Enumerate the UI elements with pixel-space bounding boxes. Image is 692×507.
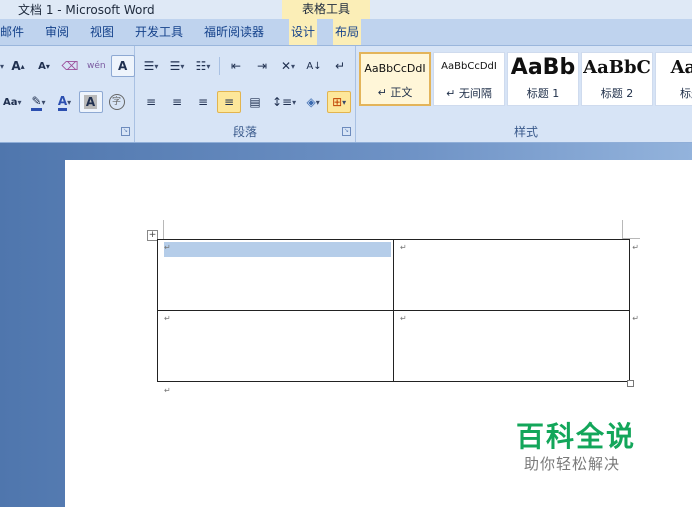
tab-table-design[interactable]: 设计 xyxy=(289,19,318,45)
eraser-icon: ⌫ xyxy=(61,59,79,73)
row-end-mark: ↵ xyxy=(632,314,639,323)
tab-table-layout[interactable]: 布局 xyxy=(333,19,362,45)
tab-developer[interactable]: 开发工具 xyxy=(135,23,183,40)
show-marks-button[interactable]: ↵ xyxy=(328,55,352,77)
justify-icon: ≡ xyxy=(223,95,235,109)
document-table: ↵ ↵ ↵ ↵ ↵ ↵ xyxy=(157,239,639,382)
multilevel-list-button[interactable]: ☷ ▾ xyxy=(191,55,215,77)
character-border-button[interactable]: A xyxy=(110,55,135,77)
paragraph-dialog-launcher-icon[interactable]: ↘ xyxy=(342,127,351,136)
align-right-icon: ≡ xyxy=(197,95,209,109)
cell-selection-highlight xyxy=(164,242,391,257)
pilcrow-icon: ↵ xyxy=(334,59,346,73)
grow-font-button[interactable]: A ▴ xyxy=(6,55,30,77)
crop-mark xyxy=(163,220,164,240)
table-row: ↵ ↵ ↵ xyxy=(157,239,639,311)
distributed-icon: ▤ xyxy=(249,95,261,109)
paragraph-group-label: 段落 xyxy=(232,125,257,139)
borders-button[interactable]: ⊞ ▾ xyxy=(327,91,352,113)
sort-icon: A↓ xyxy=(306,60,322,72)
watermark-subtitle: 助你轻松解决 xyxy=(524,455,621,473)
tab-mailings[interactable]: 邮件 xyxy=(0,23,24,40)
align-left-button[interactable]: ≡ xyxy=(139,91,163,113)
paint-bucket-icon: ◈ xyxy=(306,95,316,109)
cell-end-mark: ↵ xyxy=(400,314,407,323)
decrease-indent-button[interactable]: ⇤ xyxy=(224,55,248,77)
align-right-button[interactable]: ≡ xyxy=(191,91,215,113)
bullet-list-icon: ☰ xyxy=(143,59,155,73)
numbering-button[interactable]: ☰ ▾ xyxy=(165,55,189,77)
tab-view[interactable]: 视图 xyxy=(90,23,114,40)
style-title[interactable]: AaB 标题 xyxy=(655,52,692,106)
font-dialog-launcher-icon[interactable]: ↘ xyxy=(121,127,130,136)
highlight-color-button[interactable]: ✎ ▾ xyxy=(27,91,51,113)
table-cell[interactable]: ↵ ↵ xyxy=(393,239,639,311)
tab-foxit-reader[interactable]: 福昕阅读器 xyxy=(204,23,264,40)
increase-indent-icon: ⇥ xyxy=(256,59,268,73)
multilevel-list-icon: ☷ xyxy=(195,59,207,73)
font-color-button[interactable]: A ▾ xyxy=(53,91,77,113)
table-cell[interactable]: ↵ xyxy=(157,310,394,382)
decrease-indent-icon: ⇤ xyxy=(230,59,242,73)
bullets-button[interactable]: ☰ ▾ xyxy=(139,55,163,77)
phonetic-guide-button[interactable]: wén xyxy=(84,55,109,77)
chinese-layout-icon: ✕ xyxy=(280,59,292,73)
align-center-button[interactable]: ≡ xyxy=(165,91,189,113)
ribbon: ▾ A ▴ A ▾ ⌫ wén A Aa ▾ ✎ ▾ A ▾ A 字 ↘ ☰ ▾ ☰ ▾ ☷ ▾ xyxy=(0,46,692,143)
enclosed-char-icon: 字 xyxy=(108,94,125,110)
separator xyxy=(219,57,220,75)
styles-group-label: 样式 xyxy=(513,125,538,139)
table-row: ↵ ↵ ↵ xyxy=(157,310,639,382)
ribbon-tabs: 邮件 审阅 视图 开发工具 福昕阅读器 设计 布局 xyxy=(0,19,692,46)
chinese-layout-button[interactable]: ✕ ▾ xyxy=(276,55,300,77)
font-size-dropdown-icon[interactable]: ▾ xyxy=(0,62,4,71)
shading-button[interactable]: ◈ ▾ xyxy=(301,91,325,113)
table-tools-context-title: 表格工具 xyxy=(282,0,370,19)
paragraph-group: ☰ ▾ ☰ ▾ ☷ ▾ ⇤ ⇥ ✕ ▾ A↓ ↵ ≡ ≡ ≡ ≡ ▤ ↕≡ ▾ ◈ ▾ ⊞ ▾… xyxy=(135,46,356,142)
word-window: 文档 1 - Microsoft Word 表格工具 邮件 审阅 视图 开发工具… xyxy=(0,0,692,507)
style-heading-2[interactable]: AaBbC 标题 2 xyxy=(581,52,653,106)
row-end-mark: ↵ xyxy=(632,243,639,252)
character-shading-button[interactable]: A xyxy=(78,91,103,113)
align-center-icon: ≡ xyxy=(171,95,183,109)
crop-mark xyxy=(622,220,623,240)
style-heading-1[interactable]: AaBb 标题 1 xyxy=(507,52,579,106)
tab-review[interactable]: 审阅 xyxy=(45,23,69,40)
change-case-button[interactable]: Aa ▾ xyxy=(0,91,25,113)
title-bar: 文档 1 - Microsoft Word 表格工具 xyxy=(0,0,692,19)
justify-button[interactable]: ≡ xyxy=(217,91,241,113)
table-resize-handle[interactable] xyxy=(627,380,634,387)
cell-end-mark: ↵ xyxy=(400,243,407,252)
style-no-spacing[interactable]: AaBbCcDdI ↵ 无间隔 xyxy=(433,52,505,106)
watermark-title: 百科全说 xyxy=(516,420,637,453)
line-spacing-icon: ↕≡ xyxy=(272,95,293,109)
distributed-button[interactable]: ▤ xyxy=(243,91,267,113)
clear-format-button[interactable]: ⌫ xyxy=(58,55,82,77)
borders-icon: ⊞ xyxy=(332,95,343,109)
cell-end-mark: ↵ xyxy=(164,243,171,252)
style-normal[interactable]: AaBbCcDdI ↵ 正文 xyxy=(359,52,431,106)
highlighter-icon: ✎ xyxy=(31,94,42,111)
sort-button[interactable]: A↓ xyxy=(302,55,326,77)
line-spacing-button[interactable]: ↕≡ ▾ xyxy=(269,91,299,113)
paragraph-mark: ↵ xyxy=(164,386,171,395)
font-group: ▾ A ▴ A ▾ ⌫ wén A Aa ▾ ✎ ▾ A ▾ A 字 ↘ xyxy=(0,46,135,142)
increase-indent-button[interactable]: ⇥ xyxy=(250,55,274,77)
table-cell[interactable]: ↵ xyxy=(157,239,394,311)
shrink-font-button[interactable]: A ▾ xyxy=(32,55,56,77)
table-cell[interactable]: ↵ ↵ xyxy=(393,310,639,382)
window-title: 文档 1 - Microsoft Word xyxy=(18,3,155,17)
styles-gallery: AaBbCcDdI ↵ 正文 AaBbCcDdI ↵ 无间隔 AaBb 标题 1… xyxy=(359,52,692,106)
cell-end-mark: ↵ xyxy=(164,314,171,323)
enclose-characters-button[interactable]: 字 xyxy=(105,91,129,113)
align-left-icon: ≡ xyxy=(145,95,157,109)
numbered-list-icon: ☰ xyxy=(169,59,181,73)
